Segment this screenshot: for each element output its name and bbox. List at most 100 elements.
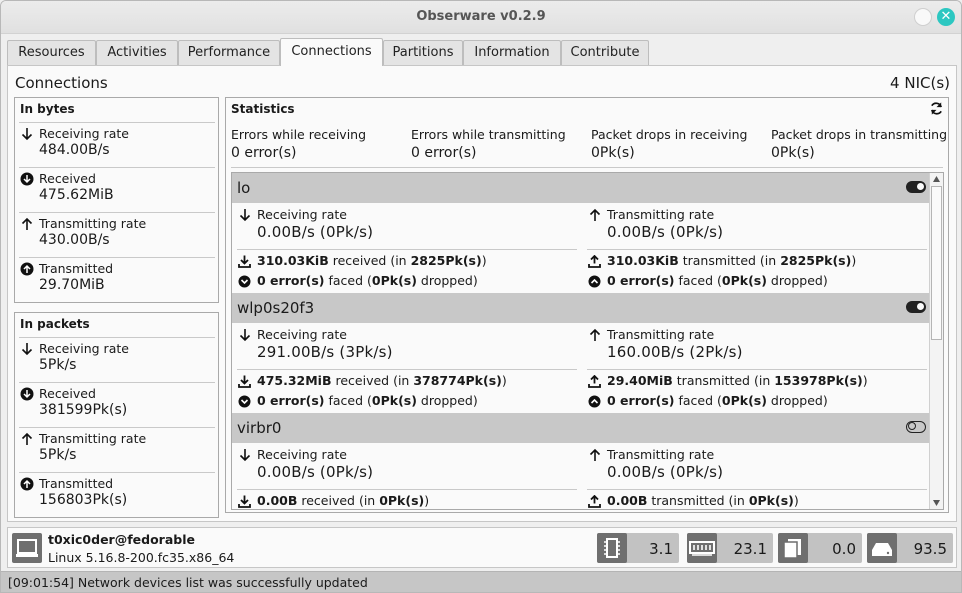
rx-word: received (in [301,493,376,508]
tab-performance[interactable]: Performance [178,40,280,65]
tx-drop-word: dropped) [770,393,828,408]
tx-err-word: faced ( [678,273,722,288]
metric-row: Receiving rate 5Pk/s [19,337,215,382]
metric-value: 381599Pk(s) [39,402,128,418]
metric-label: Transmitting rate [39,431,147,446]
rx-rate-value: 0.00B/s (0Pk/s) [257,223,374,241]
tab-activities[interactable]: Activities [96,40,178,65]
arrow-down-icon [21,343,33,356]
nic-tx-panel: Transmitting rate 0.00B/s (0Pk/s) 0.00B … [587,445,927,509]
nic-rx-panel: Receiving rate 0.00B/s (0Pk/s) 0.00B rec… [237,445,577,509]
arrow-up-icon [21,432,33,445]
scroll-up-icon[interactable] [932,175,941,183]
rx-rate-label: Receiving rate [257,447,347,462]
metric-value: 475.62MiB [39,187,114,203]
divider [231,167,943,168]
tx-packets: 2825Pk(s) [780,253,852,268]
nic-list[interactable]: lo Receiving rate 0.00B/s (0Pk/s) 310.03… [231,172,944,510]
metric-row: Received 381599Pk(s) [19,382,215,427]
tx-rate-value: 0.00B/s (0Pk/s) [607,463,724,481]
circle-arrow-down-icon [20,172,34,186]
tx-drops: 0Pk(s) [721,393,767,408]
nic-toggle[interactable] [906,421,926,433]
rx-close: ) [481,253,487,268]
nic-toggle[interactable] [906,181,926,193]
stat-value: 0Pk(s) [771,145,815,161]
nic-header: virbr0 [232,413,930,443]
swap-usage-value: 0.0 [832,540,856,558]
statistics-group: Statistics Errors while receiving 0 erro… [225,97,949,513]
metric-value: 156803Pk(s) [39,492,128,508]
rx-drops: 0Pk(s) [371,393,417,408]
tab-partitions[interactable]: Partitions [383,40,463,65]
disk-usage-value: 93.5 [913,540,947,558]
vertical-scrollbar[interactable] [929,173,943,509]
metric-value: 5Pk/s [39,447,77,463]
divider [587,489,927,490]
refresh-icon[interactable] [929,101,944,116]
metric-value: 29.70MiB [39,277,105,293]
rx-err-word: faced ( [328,273,372,288]
close-button[interactable]: ✕ [937,8,955,26]
disk-usage: 93.5 [867,533,953,563]
app-window: Obserware v0.2.9 ✕ Resources Activities … [0,0,962,593]
rx-rate-value: 291.00B/s (3Pk/s) [257,343,393,361]
circle-chevron-down-icon [238,275,251,288]
metric-value: 430.00B/s [39,232,110,248]
tx-rate-value: 0.00B/s (0Pk/s) [607,223,724,241]
rx-total: 475.32MiB [257,373,332,388]
stat-value: 0 error(s) [231,145,297,161]
scroll-down-icon[interactable] [932,499,941,507]
toggle-knob [917,303,924,310]
tx-total-line: 0.00B transmitted (in 0Pk(s)) [607,493,799,508]
metric-row: Receiving rate 484.00B/s [19,122,215,167]
cpu-usage-value: 3.1 [649,540,673,558]
tx-packets: 153978Pk(s) [774,373,863,388]
tab-contribute[interactable]: Contribute [561,40,649,65]
tx-rate-label: Transmitting rate [607,207,715,222]
rx-packets: 2825Pk(s) [410,253,482,268]
group-title: In packets [20,317,90,331]
tab-information[interactable]: Information [463,40,561,65]
status-message: [09:01:54] Network devices list was succ… [8,575,368,590]
circle-arrow-up-icon [20,477,34,491]
arrow-up-icon [21,217,33,230]
metric-row: Transmitted 29.70MiB [19,257,215,302]
download-icon [238,375,251,388]
swap-icon [778,533,808,563]
rx-packets: 378774Pk(s) [413,373,502,388]
rx-total: 0.00B [257,493,298,508]
arrow-up-icon [589,448,601,461]
arrow-up-icon [589,208,601,221]
system-footer: t0xic0der@fedorable Linux 5.16.8-200.fc3… [7,527,957,568]
title-bar[interactable]: Obserware v0.2.9 ✕ [1,1,961,34]
stat-label: Errors while transmitting [411,127,566,142]
rx-errors: 0 error(s) [257,273,325,288]
tx-word: transmitted (in [682,253,777,268]
divider [587,249,927,250]
arrow-down-icon [239,329,251,342]
stat-label: Errors while receiving [231,127,367,142]
tab-connections[interactable]: Connections [280,38,383,66]
scroll-thumb[interactable] [931,186,942,340]
stat-rx-errors: Errors while receiving 0 error(s) [231,127,366,161]
rx-total: 310.03KiB [257,253,329,268]
tx-drop-word: dropped) [770,273,828,288]
tab-resources[interactable]: Resources [7,40,96,65]
in-packets-group: In packets Receiving rate 5Pk/s Received… [14,312,219,518]
tx-total: 0.00B [607,493,648,508]
disk-icon [867,533,897,563]
nic-name: wlp0s20f3 [237,299,315,317]
nic-name: virbr0 [237,419,282,437]
divider [237,369,577,370]
rx-packets: 0Pk(s) [379,493,425,508]
tx-error-line: 0 error(s) faced (0Pk(s) dropped) [607,393,828,408]
rx-word: received (in [332,253,407,268]
tx-word: transmitted (in [676,373,771,388]
rx-rate-label: Receiving rate [257,327,347,342]
rx-close: ) [424,493,430,508]
tx-total: 310.03KiB [607,253,679,268]
minimize-button[interactable] [914,8,932,26]
rx-total-line: 310.03KiB received (in 2825Pk(s)) [257,253,487,268]
nic-toggle[interactable] [906,301,926,313]
